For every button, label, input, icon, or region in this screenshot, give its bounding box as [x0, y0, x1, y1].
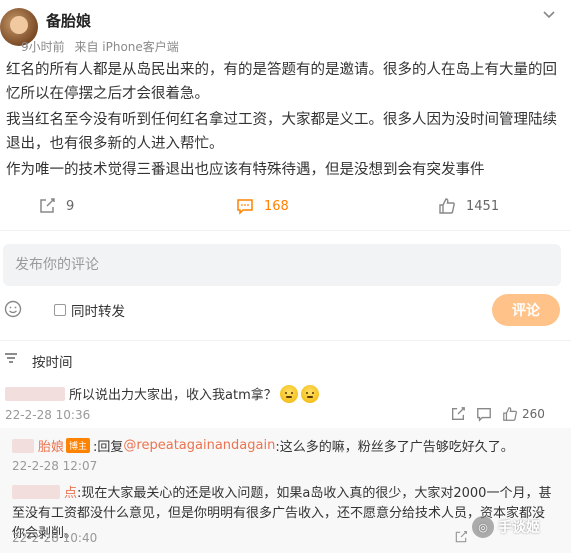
repost-icon[interactable] — [454, 530, 468, 544]
divider — [0, 230, 571, 231]
comment-icon — [237, 199, 253, 215]
repost-checkbox-label: 同时转发 — [71, 304, 125, 320]
chevron-down-icon[interactable] — [541, 6, 557, 22]
reply-author[interactable]: 胎娘 — [38, 436, 64, 455]
post-author[interactable]: 备胎娘 — [46, 10, 91, 31]
post-paragraph: 红名的所有人都是从岛民出来的，有的是答题有的是邀请。很多的人在岛上有大量的回忆所… — [6, 62, 557, 102]
post-paragraph: 作为唯一的技术觉得三番退出也应该有特殊待遇，但是没想到会有突发事件 — [6, 162, 485, 178]
reply-prefix: :回复 — [93, 440, 124, 455]
emoji-icon[interactable] — [4, 300, 22, 318]
comment-composer — [3, 244, 561, 286]
watermark: ◎ 手谈姬 — [472, 516, 540, 538]
thumbs-up-icon — [439, 198, 455, 214]
checkbox-box[interactable] — [54, 304, 66, 316]
thinking-emoji-icon — [300, 384, 319, 403]
comment-body: 所以说出力大家出，收入我atm拿？ — [69, 388, 277, 403]
reply-author[interactable]: 点 — [64, 486, 77, 501]
like-button[interactable]: 1451 — [438, 192, 499, 220]
repost-button[interactable]: 9 — [38, 192, 74, 220]
mention-link[interactable]: @repeatagainandagain — [123, 438, 275, 453]
comment-time: 22-2-28 10:36 — [5, 408, 91, 422]
comment-button[interactable]: 168 — [236, 192, 289, 220]
post-meta: 9小时前 来自 iPhone客户端 — [21, 38, 185, 55]
thumbs-up-icon[interactable] — [502, 406, 518, 422]
watermark-logo-icon: ◎ — [472, 516, 494, 538]
repost-icon[interactable] — [450, 406, 466, 422]
post-paragraph: 我当红名至今没有听到任何红名拿过工资，大家都是义工。很多人因为没时间管理陆续退出… — [6, 112, 557, 152]
repost-count: 9 — [66, 198, 75, 214]
thinking-emoji-icon — [279, 384, 298, 403]
post-actions: 9 168 1451 — [0, 192, 571, 220]
submit-comment-button[interactable]: 评论 — [492, 294, 560, 326]
watermark-text: 手谈姬 — [498, 520, 540, 536]
redacted-username — [12, 438, 34, 453]
post-source: 来自 iPhone客户端 — [74, 40, 179, 54]
comment-like-count: 260 — [522, 407, 545, 421]
comment-text: 所以说出力大家出，收入我atm拿？ — [5, 384, 319, 403]
reply-actions — [454, 530, 468, 544]
like-count: 1451 — [466, 198, 500, 214]
post-time[interactable]: 9小时前 — [21, 40, 65, 54]
repost-icon — [40, 198, 55, 213]
reply-item: 胎娘 博主 :回复 @repeatagainandagain :这么多的嘛，粉丝… — [12, 436, 514, 455]
reply-time: 22-2-28 12:07 — [12, 459, 98, 473]
post-content: 红名的所有人都是从岛民出来的，有的是答题有的是邀请。很多的人在岛上有大量的回忆所… — [6, 58, 562, 184]
sort-icon[interactable] — [4, 352, 18, 364]
comment-input[interactable] — [3, 244, 561, 286]
comment-count: 168 — [264, 198, 289, 214]
sort-by-time[interactable]: 按时间 — [32, 351, 73, 371]
redacted-username — [5, 386, 65, 401]
repost-checkbox[interactable]: 同时转发 — [54, 300, 125, 320]
reply-body: :这么多的嘛，粉丝多了广告够吃好久了。 — [275, 440, 514, 455]
post-header: 备胎娘 9小时前 来自 iPhone客户端 — [0, 0, 571, 60]
comment-icon[interactable] — [476, 406, 492, 422]
divider — [0, 340, 571, 341]
comment-actions: 260 — [450, 406, 545, 422]
redacted-username — [12, 485, 60, 499]
reply-time: 22-2-28 10:40 — [12, 531, 98, 545]
author-badge: 博主 — [66, 438, 91, 453]
